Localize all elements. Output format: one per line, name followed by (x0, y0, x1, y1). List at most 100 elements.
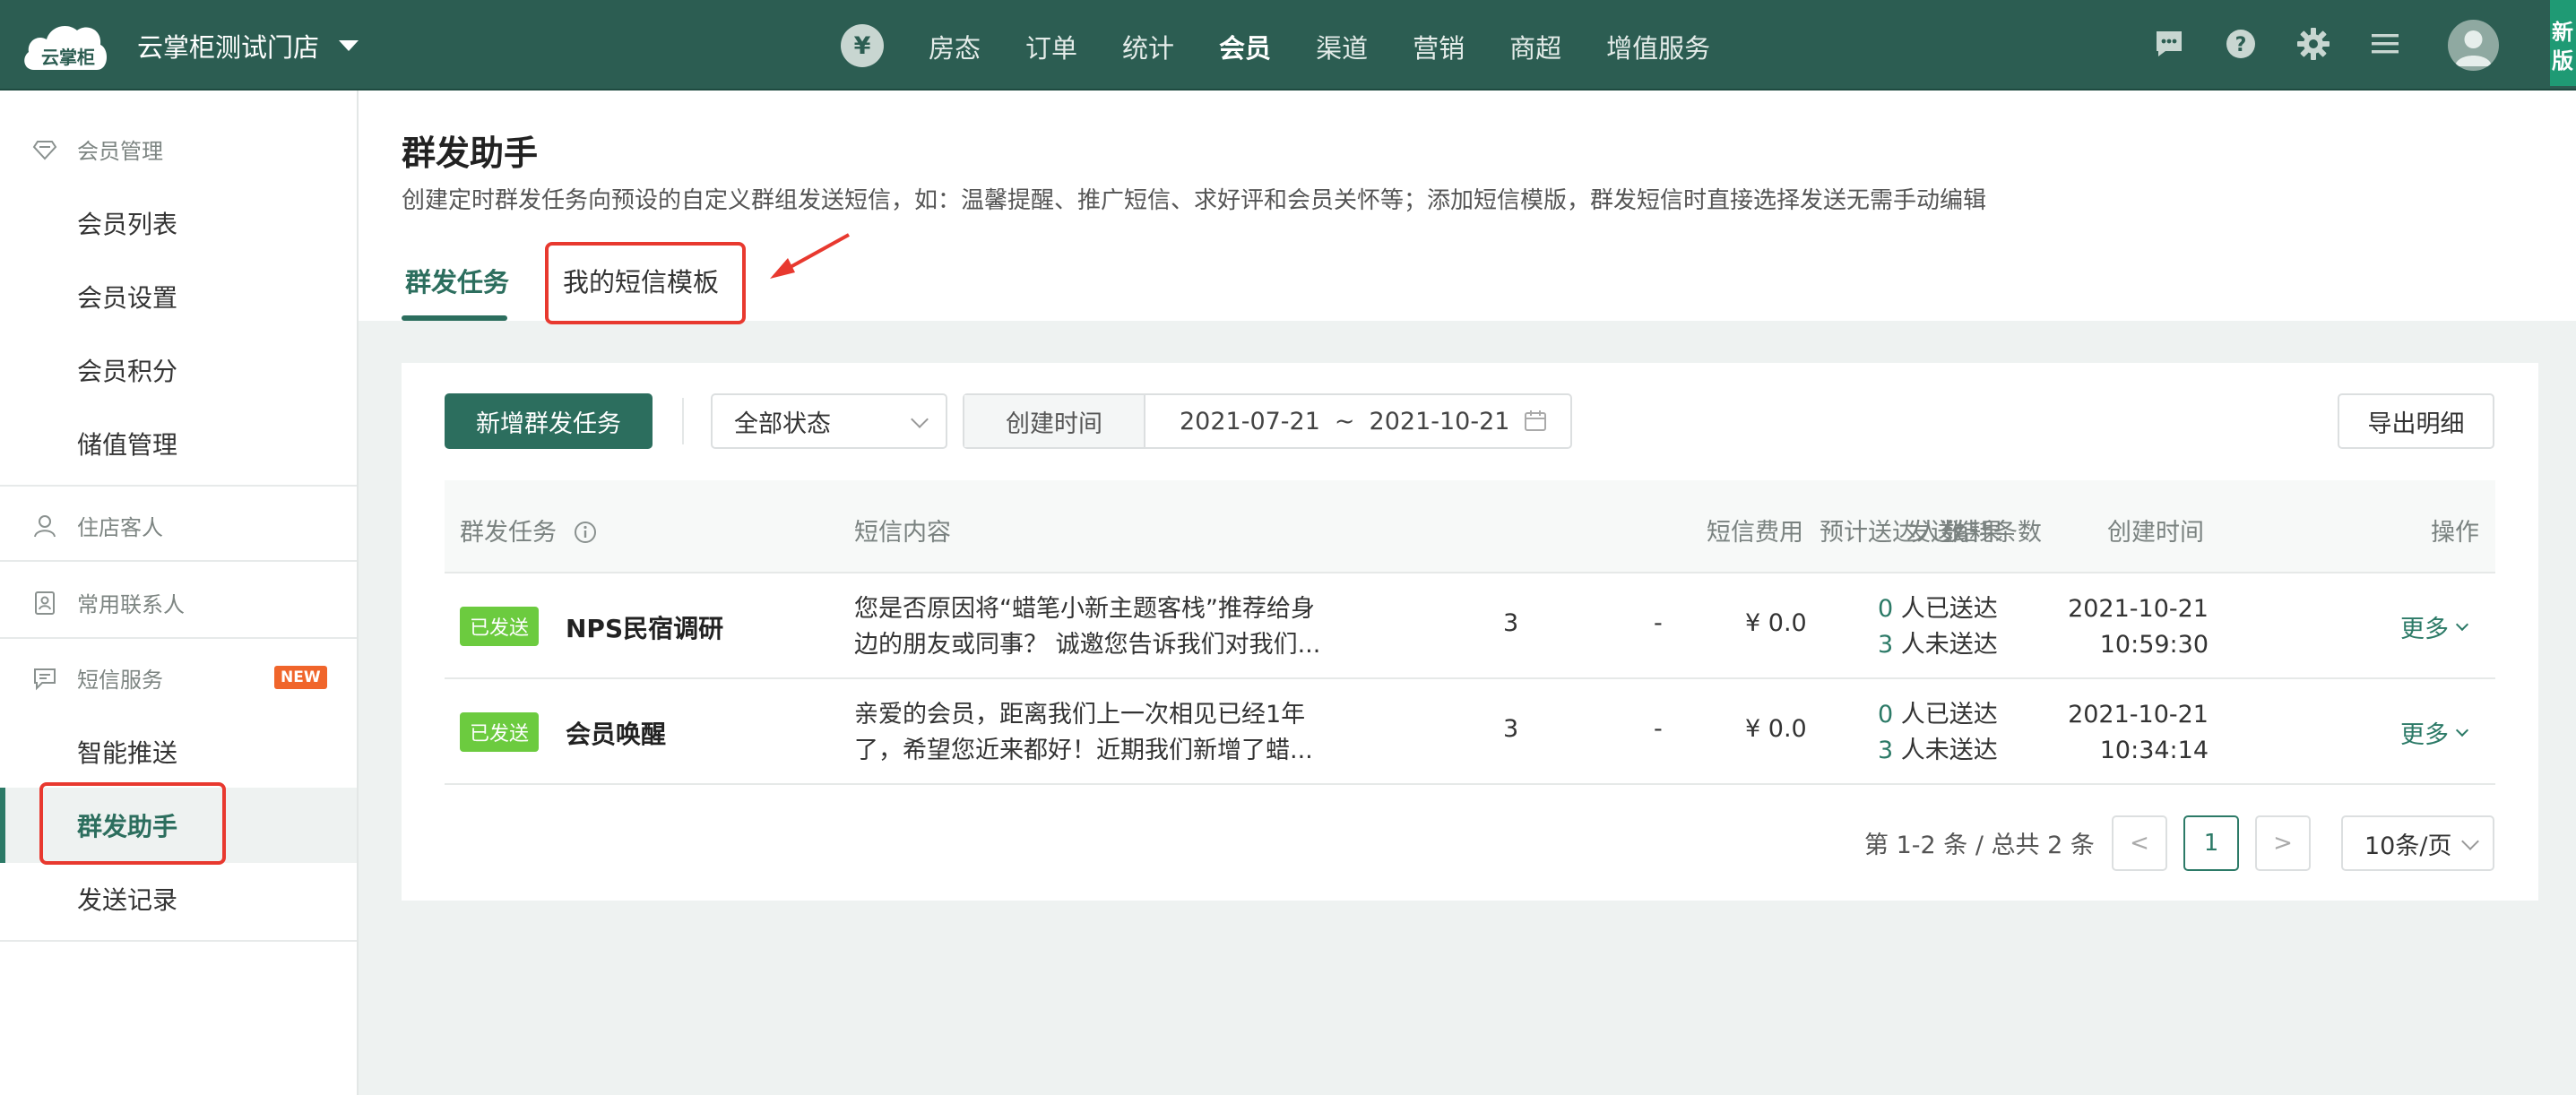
toolbar-divider (682, 398, 684, 444)
table-header: 群发任务 短信内容 预计送达人数 消耗条数 短信费用 发送结果 创建时间 操作 (445, 480, 2495, 573)
created-date: 2021-10-21 (2068, 595, 2209, 623)
more-label: 更多 (2400, 721, 2449, 749)
contact-card-icon (35, 591, 55, 615)
column-header-actions: 操作 (2431, 519, 2479, 547)
next-page-button[interactable]: > (2255, 815, 2311, 871)
sms-content: 您是否原因将“蜡笔小新主题客栈”推荐给身 边的朋友或同事？ 诚邀您告诉我们对我们… (854, 591, 1320, 663)
nav-item-statistics[interactable]: 统计 (1122, 28, 1174, 65)
export-details-button[interactable]: 导出明细 (2338, 393, 2494, 449)
column-header-cost: 短信费用 (1707, 519, 1803, 547)
sidebar-item-member-settings[interactable]: 会员设置 (77, 279, 177, 315)
main-nav: 房态 订单 统计 会员 渠道 营销 商超 增值服务 (929, 28, 1755, 65)
store-switcher[interactable]: 云掌柜测试门店 (137, 27, 359, 65)
tab-mass-send-tasks[interactable]: 群发任务 (405, 262, 509, 299)
prev-page-button[interactable]: < (2112, 815, 2167, 871)
user-icon (2455, 30, 2492, 66)
calendar-icon[interactable] (1524, 410, 1547, 433)
sms-content-line: 亲爱的会员，距离我们上一次相见已经1年 (854, 701, 1306, 729)
column-header-created: 创建时间 (2107, 519, 2204, 547)
menu-icon[interactable] (2370, 29, 2400, 59)
consumed-count: - (1654, 715, 1663, 743)
add-mass-task-button[interactable]: 新增群发任务 (445, 393, 653, 449)
nav-item-orders[interactable]: 订单 (1025, 28, 1077, 65)
nav-item-room-status[interactable]: 房态 (929, 28, 981, 65)
nav-item-marketing[interactable]: 营销 (1413, 28, 1465, 65)
unsent-count: 3 (1878, 737, 1894, 764)
more-actions-button[interactable]: 更多 (2400, 715, 2469, 750)
chevron-down-icon (2455, 617, 2469, 631)
tab-active-underline (402, 315, 507, 321)
task-name[interactable]: 会员唤醒 (566, 715, 666, 751)
more-actions-button[interactable]: 更多 (2400, 609, 2469, 644)
chevron-down-icon (2455, 723, 2469, 737)
sms-cost: ¥ 0.0 (1745, 715, 1807, 743)
status-badge: 已发送 (460, 607, 540, 646)
help-icon[interactable]: ? (2225, 28, 2257, 60)
sidebar-active-indicator (0, 788, 5, 863)
sidebar-group-contacts[interactable]: 常用联系人 (32, 587, 185, 618)
message-icon[interactable] (2153, 28, 2185, 60)
highlight-box-tab (545, 242, 746, 324)
logo[interactable]: 云掌柜 (22, 18, 111, 73)
nav-item-members[interactable]: 会员 (1219, 28, 1271, 65)
task-name[interactable]: NPS民宿调研 (566, 609, 723, 645)
sidebar-item-stored-value[interactable]: 储值管理 (77, 426, 177, 461)
status-select[interactable]: 全部状态 (711, 393, 947, 449)
nav-item-value-added[interactable]: 增值服务 (1606, 28, 1710, 65)
date-end: 2021-10-21 (1369, 407, 1510, 435)
sms-cost: ¥ 0.0 (1745, 609, 1807, 637)
sidebar-group-label: 住店客人 (77, 515, 163, 540)
unsent-count: 3 (1878, 631, 1894, 659)
avatar-icon[interactable] (2448, 20, 2499, 71)
sent-count: 0 (1878, 595, 1894, 623)
unsent-label: 人未送达 (1900, 631, 1998, 659)
created-time: 2021-10-21 10:34:14 (2068, 697, 2209, 769)
sidebar-group-label: 常用联系人 (77, 592, 185, 617)
table-row: 已发送 会员唤醒 亲爱的会员，距离我们上一次相见已经1年 了，希望您近来都好！近… (445, 679, 2495, 785)
sidebar-item-send-records[interactable]: 发送记录 (77, 881, 177, 917)
sidebar-group-sms-service[interactable]: 短信服务 (32, 662, 163, 694)
sent-label: 人已送达 (1900, 701, 1998, 729)
sms-content-line: 您是否原因将“蜡笔小新主题客栈”推荐给身 (854, 595, 1315, 623)
nav-item-channels[interactable]: 渠道 (1316, 28, 1368, 65)
sidebar-item-member-points[interactable]: 会员积分 (77, 352, 177, 388)
created-clock: 10:59:30 (2099, 631, 2209, 659)
date-range-value[interactable]: 2021-07-21 ~ 2021-10-21 (1145, 395, 1570, 447)
highlight-box-sidebar (39, 782, 226, 865)
top-icons: ? (2153, 27, 2440, 61)
sms-content-line: 边的朋友或同事？ 诚邀您告诉我们对我们... (854, 631, 1321, 659)
date-label: 创建时间 (964, 395, 1145, 447)
date-range-picker[interactable]: 创建时间 2021-07-21 ~ 2021-10-21 (963, 393, 1572, 449)
column-header-task: 群发任务 (460, 513, 597, 548)
new-version-tag[interactable]: 新版 (2550, 0, 2576, 86)
yen-icon[interactable]: ¥ (841, 24, 884, 67)
annotation-arrow-icon (770, 233, 850, 279)
status-select-value: 全部状态 (734, 410, 831, 438)
sidebar-item-smart-push[interactable]: 智能推送 (77, 734, 177, 770)
created-clock: 10:34:14 (2099, 737, 2209, 764)
page-size-select[interactable]: 10条/页 (2341, 815, 2494, 871)
sidebar-group-in-house-guests[interactable]: 住店客人 (32, 510, 163, 541)
sidebar-divider (0, 560, 357, 562)
page-number-button[interactable]: 1 (2183, 815, 2239, 871)
sent-count: 0 (1878, 701, 1894, 729)
sidebar: 会员管理 会员列表 会员设置 会员积分 储值管理 住店客人 常用联系人 短信服务… (0, 91, 359, 1095)
info-icon[interactable] (574, 521, 597, 544)
chevron-down-icon (2461, 832, 2479, 850)
created-date: 2021-10-21 (2068, 701, 2209, 729)
caret-down-icon (339, 40, 359, 51)
nav-item-mall[interactable]: 商超 (1509, 28, 1561, 65)
column-header-result: 发送结果 (1906, 519, 2003, 547)
sidebar-item-member-list[interactable]: 会员列表 (77, 205, 177, 241)
chat-icon (34, 668, 56, 690)
sent-label: 人已送达 (1900, 595, 1998, 623)
gear-icon[interactable] (2296, 27, 2330, 61)
store-name: 云掌柜测试门店 (137, 32, 320, 63)
date-separator: ~ (1334, 407, 1355, 435)
more-label: 更多 (2400, 616, 2449, 643)
page-title: 群发助手 (402, 134, 539, 173)
consumed-count: - (1654, 609, 1663, 637)
sms-content: 亲爱的会员，距离我们上一次相见已经1年 了，希望您近来都好！近期我们新增了蜡..… (854, 697, 1313, 769)
sidebar-group-member-management[interactable]: 会员管理 (32, 134, 163, 165)
expected-count: 3 (1503, 715, 1519, 743)
